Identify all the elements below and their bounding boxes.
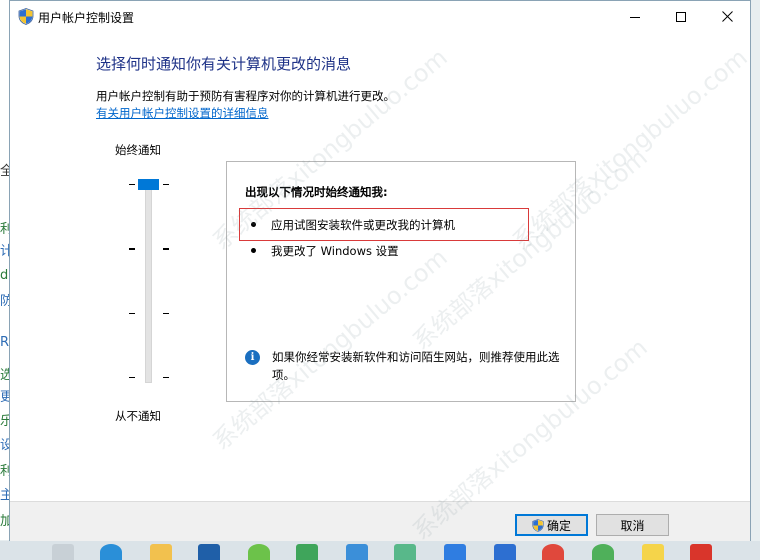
details-link[interactable]: 有关用户帐户控制设置的详细信息 [96, 105, 269, 121]
level-description-panel: 出现以下情况时始终通知我: 应用试图安装软件或更改我的计算机 我更改了 Wind… [226, 161, 576, 402]
ok-button-label: 确定 [546, 518, 571, 533]
slider-tick [129, 184, 135, 185]
task-view-icon[interactable] [52, 544, 74, 560]
slider-tick [163, 377, 169, 378]
ok-button[interactable]: 确定 [515, 514, 588, 536]
edge-browser-icon[interactable] [100, 544, 122, 560]
taskbar [0, 541, 760, 560]
app-icon[interactable] [592, 544, 614, 560]
window-title: 用户帐户控制设置 [38, 11, 135, 25]
notes-icon[interactable] [642, 544, 664, 560]
info-icon: i [245, 350, 260, 365]
chat-app-icon[interactable] [296, 544, 318, 560]
minimize-button[interactable] [612, 1, 658, 32]
mail-icon[interactable] [198, 544, 220, 560]
bullet-text: 应用试图安装软件或更改我的计算机 [271, 218, 455, 232]
chrome-browser-icon[interactable] [542, 544, 564, 560]
wps-office-icon[interactable] [690, 544, 712, 560]
cancel-button-label: 取消 [620, 518, 645, 533]
bullet-text: 我更改了 Windows 设置 [271, 244, 399, 258]
page-heading: 选择何时通知你有关计算机更改的消息 [96, 55, 352, 73]
dialog-footer: 确定 取消 [10, 502, 750, 542]
recommendation-text: 如果你经常安装新软件和访问陌生网站，则推荐使用此选项。 [272, 350, 560, 382]
slider-tick [129, 313, 135, 314]
app-icon[interactable] [248, 544, 270, 560]
maximize-icon [676, 11, 686, 22]
minimize-icon [630, 16, 640, 18]
uac-shield-icon [18, 8, 34, 25]
slider-tick [129, 248, 135, 250]
file-explorer-icon[interactable] [150, 544, 172, 560]
title-bar[interactable]: 用户帐户控制设置 [10, 1, 750, 32]
slider-bottom-label: 从不通知 [115, 409, 161, 423]
app-icon[interactable] [444, 544, 466, 560]
cancel-button[interactable]: 取消 [596, 514, 669, 536]
app-icon[interactable] [494, 544, 516, 560]
panel-title: 出现以下情况时始终通知我: [245, 185, 388, 199]
slider-track[interactable] [145, 179, 152, 383]
maximize-button[interactable] [658, 1, 704, 32]
uac-settings-dialog: 用户帐户控制设置 选择何时通知你有关计算机更改的消息 用户帐户控制有助于预防有害… [9, 0, 751, 542]
slider-tick [163, 313, 169, 314]
app-icon[interactable] [346, 544, 368, 560]
app-icon[interactable] [394, 544, 416, 560]
slider-tick [163, 184, 169, 185]
bullet-icon [251, 248, 256, 253]
slider-tick [163, 248, 169, 250]
slider-top-label: 始终通知 [115, 143, 161, 157]
close-button[interactable] [704, 1, 750, 32]
slider-tick [129, 377, 135, 378]
close-icon [721, 11, 733, 22]
bullet-icon [251, 222, 256, 227]
slider-thumb[interactable] [138, 179, 159, 190]
description-text: 用户帐户控制有助于预防有害程序对你的计算机进行更改。 [96, 89, 395, 103]
uac-shield-icon [532, 518, 544, 532]
